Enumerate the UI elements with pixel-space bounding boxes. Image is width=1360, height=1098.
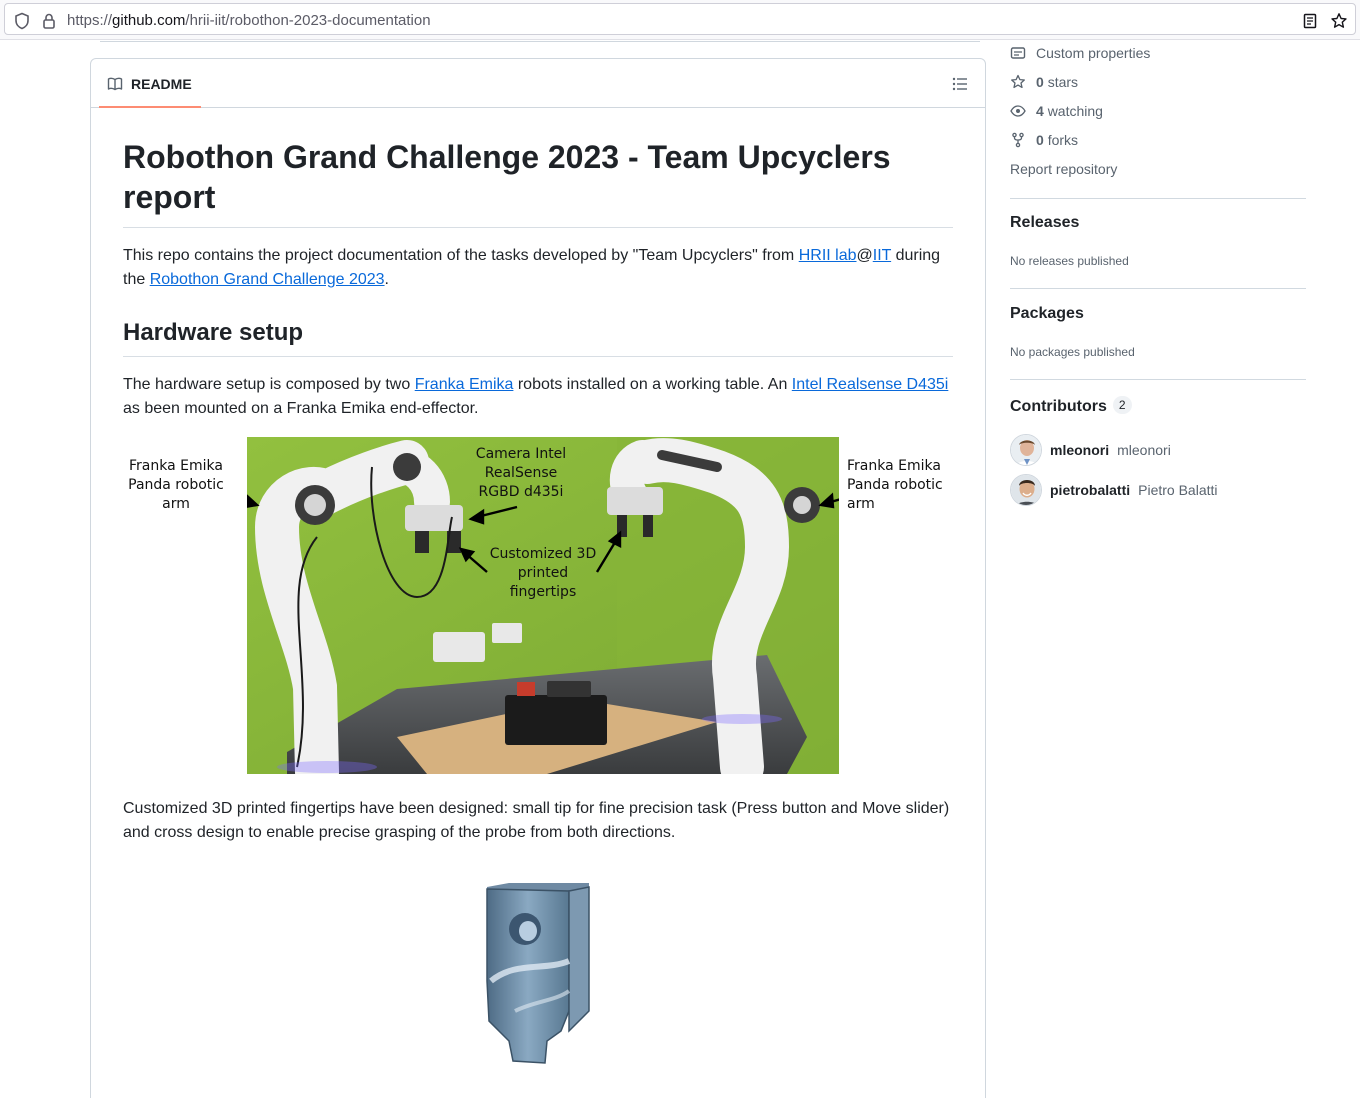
right-arm-label: Franka Emika Panda robotic arm <box>847 458 943 512</box>
robothon-link[interactable]: Robothon Grand Challenge 2023 <box>150 271 385 288</box>
contributors-heading[interactable]: Contributors 2 <box>1010 396 1132 416</box>
lock-icon[interactable] <box>40 12 58 30</box>
readme-article: Robothon Grand Challenge 2023 - Team Upc… <box>123 137 953 421</box>
report-repository-link[interactable]: Report repository <box>1010 159 1117 179</box>
bookmark-star-icon[interactable] <box>1330 12 1348 30</box>
sidebar-divider <box>1010 288 1306 289</box>
left-arm-label: Franka Emika Panda robotic arm <box>128 458 224 512</box>
hrii-lab-link[interactable]: HRII lab <box>799 247 857 264</box>
fork-icon <box>1012 132 1024 148</box>
watching-link[interactable]: 4 watching <box>1010 101 1103 121</box>
address-bar[interactable]: https://github.com/hrii-iit/robothon-202… <box>4 3 1356 35</box>
intel-realsense-link[interactable]: Intel Realsense D435i <box>792 376 949 393</box>
book-icon <box>107 77 123 90</box>
avatar[interactable] <box>1010 434 1042 466</box>
hardware-paragraph: The hardware setup is composed by two Fr… <box>123 376 949 417</box>
fingertips-paragraph: Customized 3D printed fingertips have be… <box>123 800 950 841</box>
hardware-setup-figure: Franka Emika Panda robotic arm Camera In… <box>91 429 985 774</box>
list-outline-icon[interactable] <box>949 73 971 95</box>
iit-link[interactable]: IIT <box>873 247 891 264</box>
releases-heading[interactable]: Releases <box>1010 214 1079 232</box>
sidebar-divider <box>1010 198 1306 199</box>
page-title: Robothon Grand Challenge 2023 - Team Upc… <box>123 137 953 228</box>
browser-toolbar: https://github.com/hrii-iit/robothon-202… <box>0 0 1360 40</box>
packages-empty-text: No packages published <box>1010 345 1135 359</box>
note-icon <box>1010 47 1026 59</box>
packages-heading[interactable]: Packages <box>1010 305 1084 323</box>
forks-link[interactable]: 0 forks <box>1010 130 1078 150</box>
releases-empty-text: No releases published <box>1010 254 1129 268</box>
url-text[interactable]: https://github.com/hrii-iit/robothon-202… <box>67 12 431 29</box>
readme-panel: README Robothon Grand Challenge 2023 - T… <box>90 58 986 1098</box>
stars-link[interactable]: 0 stars <box>1010 72 1078 92</box>
contributors-count: 2 <box>1112 396 1132 414</box>
section-divider <box>100 41 980 42</box>
contributor-item[interactable]: pietrobalatti Pietro Balatti <box>1010 474 1218 506</box>
hardware-setup-heading: Hardware setup <box>123 318 953 357</box>
active-tab-underline <box>99 106 201 108</box>
custom-properties-link[interactable]: Custom properties <box>1010 43 1150 63</box>
star-icon <box>1011 74 1025 89</box>
eye-icon <box>1010 105 1026 117</box>
fingertips-label: Customized 3D printed fingertips <box>489 546 597 600</box>
shield-icon[interactable] <box>13 12 31 30</box>
intro-paragraph: This repo contains the project documenta… <box>123 247 941 288</box>
avatar[interactable] <box>1010 474 1042 506</box>
camera-label: Camera Intel RealSense RGBD d435i <box>475 446 567 500</box>
franka-emika-link[interactable]: Franka Emika <box>415 376 514 393</box>
readme-tab-label: README <box>131 75 192 92</box>
reader-mode-icon[interactable] <box>1301 12 1319 30</box>
tab-readme[interactable]: README <box>99 59 200 108</box>
contributor-item[interactable]: mleonori mleonori <box>1010 434 1171 466</box>
fingertip-cad-image <box>486 883 590 1064</box>
sidebar-divider <box>1010 379 1306 380</box>
readme-header: README <box>91 59 985 108</box>
